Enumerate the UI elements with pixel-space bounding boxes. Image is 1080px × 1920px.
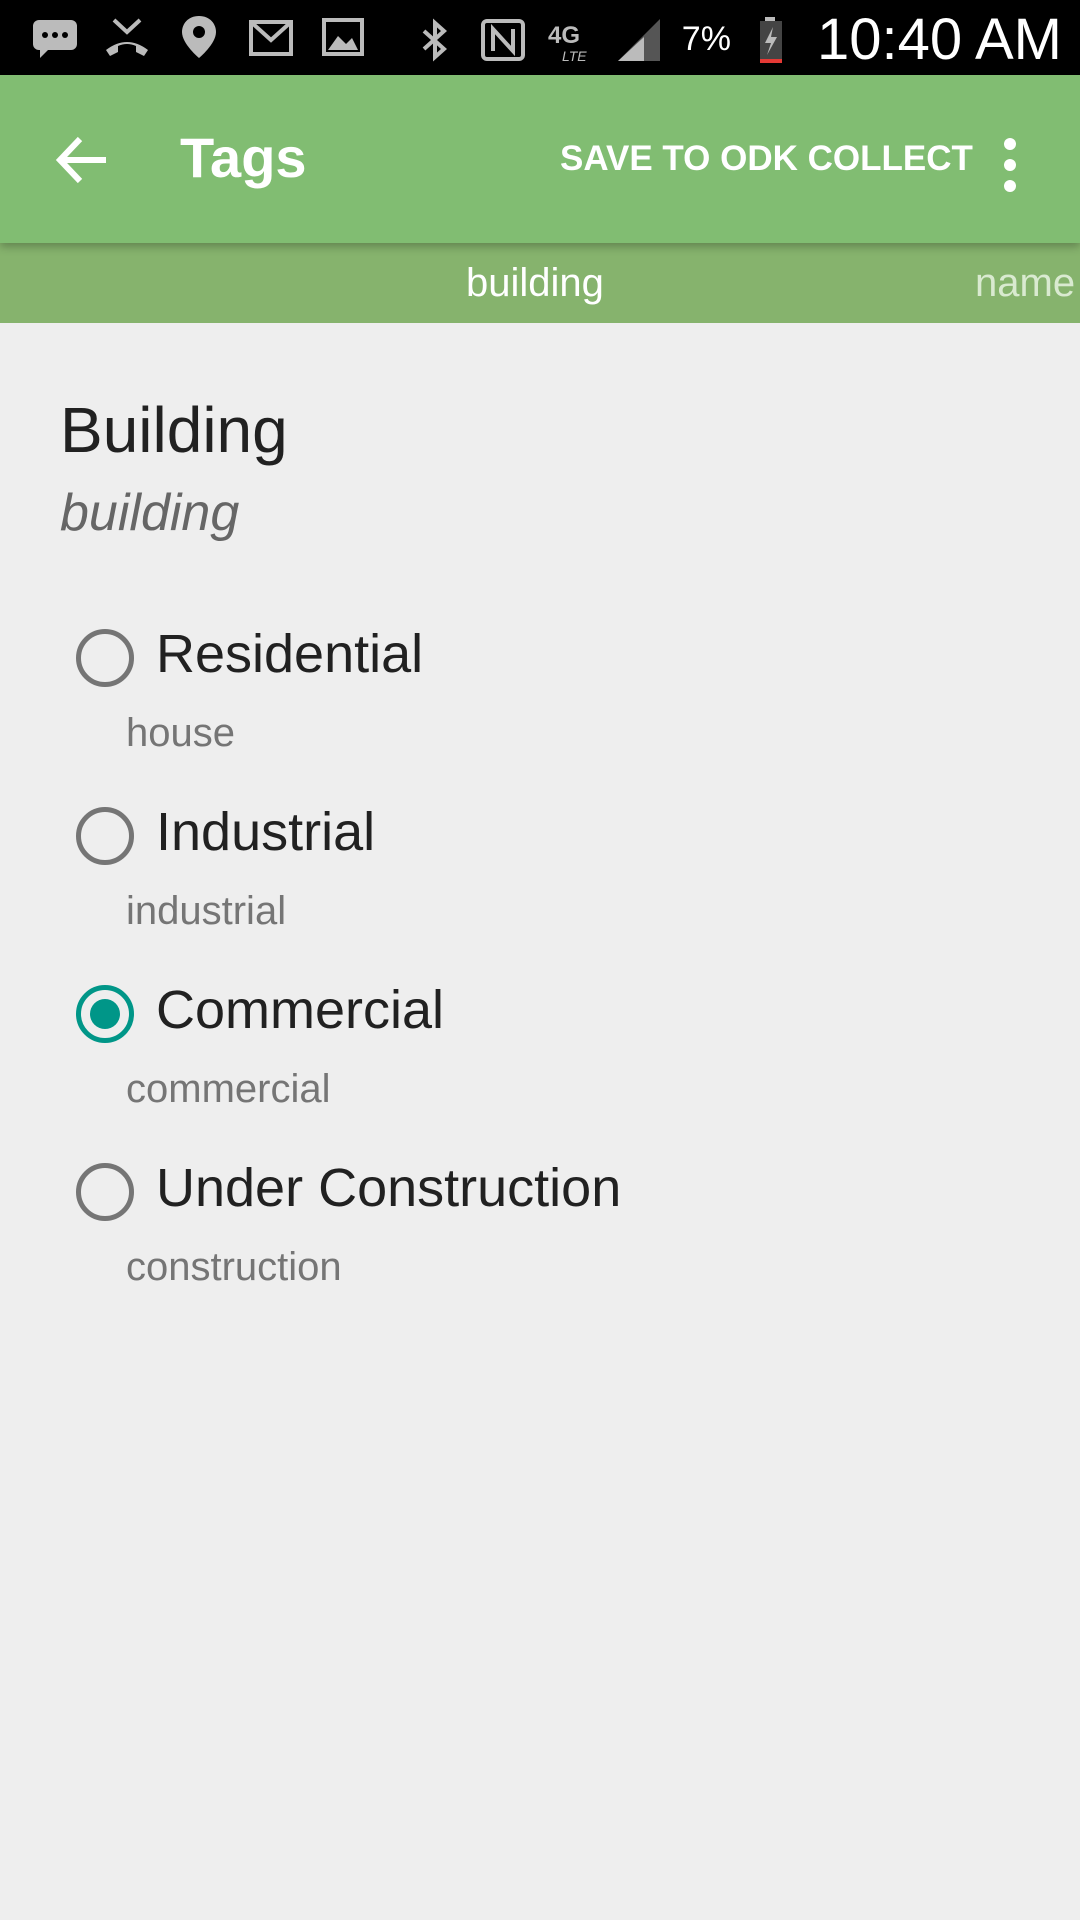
gmail-icon: [246, 12, 296, 62]
option-value: commercial: [126, 1067, 331, 1111]
option-industrial[interactable]: Industrial industrial: [76, 801, 976, 961]
option-label: Residential: [156, 624, 424, 684]
overflow-menu-button[interactable]: [990, 130, 1030, 200]
bluetooth-icon: [410, 15, 460, 65]
image-icon: [318, 12, 368, 62]
location-icon: [174, 12, 224, 62]
missed-call-icon: [102, 12, 152, 62]
option-commercial[interactable]: Commercial commercial: [76, 979, 976, 1139]
option-label: Industrial: [156, 802, 376, 862]
signal-icon: [614, 15, 664, 65]
option-value: construction: [126, 1245, 342, 1289]
message-icon: [30, 12, 80, 62]
option-label: Under Construction: [156, 1158, 622, 1218]
question-key: building: [60, 484, 240, 542]
question-panel: Building building Residential house Indu…: [0, 323, 1080, 1920]
radio-button[interactable]: [76, 1163, 134, 1221]
svg-text:4G: 4G: [548, 22, 580, 49]
tab-name[interactable]: name: [975, 261, 1075, 306]
status-bar-system: 4G LTE 7% 10:40 AM: [410, 6, 1062, 73]
status-bar: 4G LTE 7% 10:40 AM: [0, 0, 1080, 75]
option-value: house: [126, 711, 235, 755]
tag-tabs: building name: [0, 243, 1080, 323]
page-title: Tags: [180, 126, 307, 189]
more-vert-icon: [1004, 138, 1016, 192]
question-title: Building: [60, 394, 288, 466]
option-value: industrial: [126, 889, 287, 933]
app-bar: Tags SAVE TO ODK COLLECT: [0, 75, 1080, 243]
save-to-odk-collect-button[interactable]: SAVE TO ODK COLLECT: [560, 139, 973, 179]
radio-button[interactable]: [76, 629, 134, 687]
status-bar-notifications: [30, 12, 368, 62]
radio-button[interactable]: [76, 807, 134, 865]
option-residential[interactable]: Residential house: [76, 623, 976, 783]
tab-building[interactable]: building: [466, 261, 604, 306]
svg-text:LTE: LTE: [562, 48, 587, 64]
battery-percent: 7%: [681, 20, 731, 58]
option-under-construction[interactable]: Under Construction construction: [76, 1157, 976, 1317]
back-button[interactable]: [50, 125, 120, 195]
arrow-back-icon: [55, 136, 106, 184]
radio-button-selected[interactable]: [76, 985, 134, 1043]
4g-lte-icon: 4G LTE: [546, 15, 596, 65]
nfc-icon: [478, 15, 528, 65]
option-label: Commercial: [156, 980, 445, 1040]
clock: 10:40 AM: [816, 7, 1062, 72]
battery-charging-icon: [749, 15, 799, 65]
